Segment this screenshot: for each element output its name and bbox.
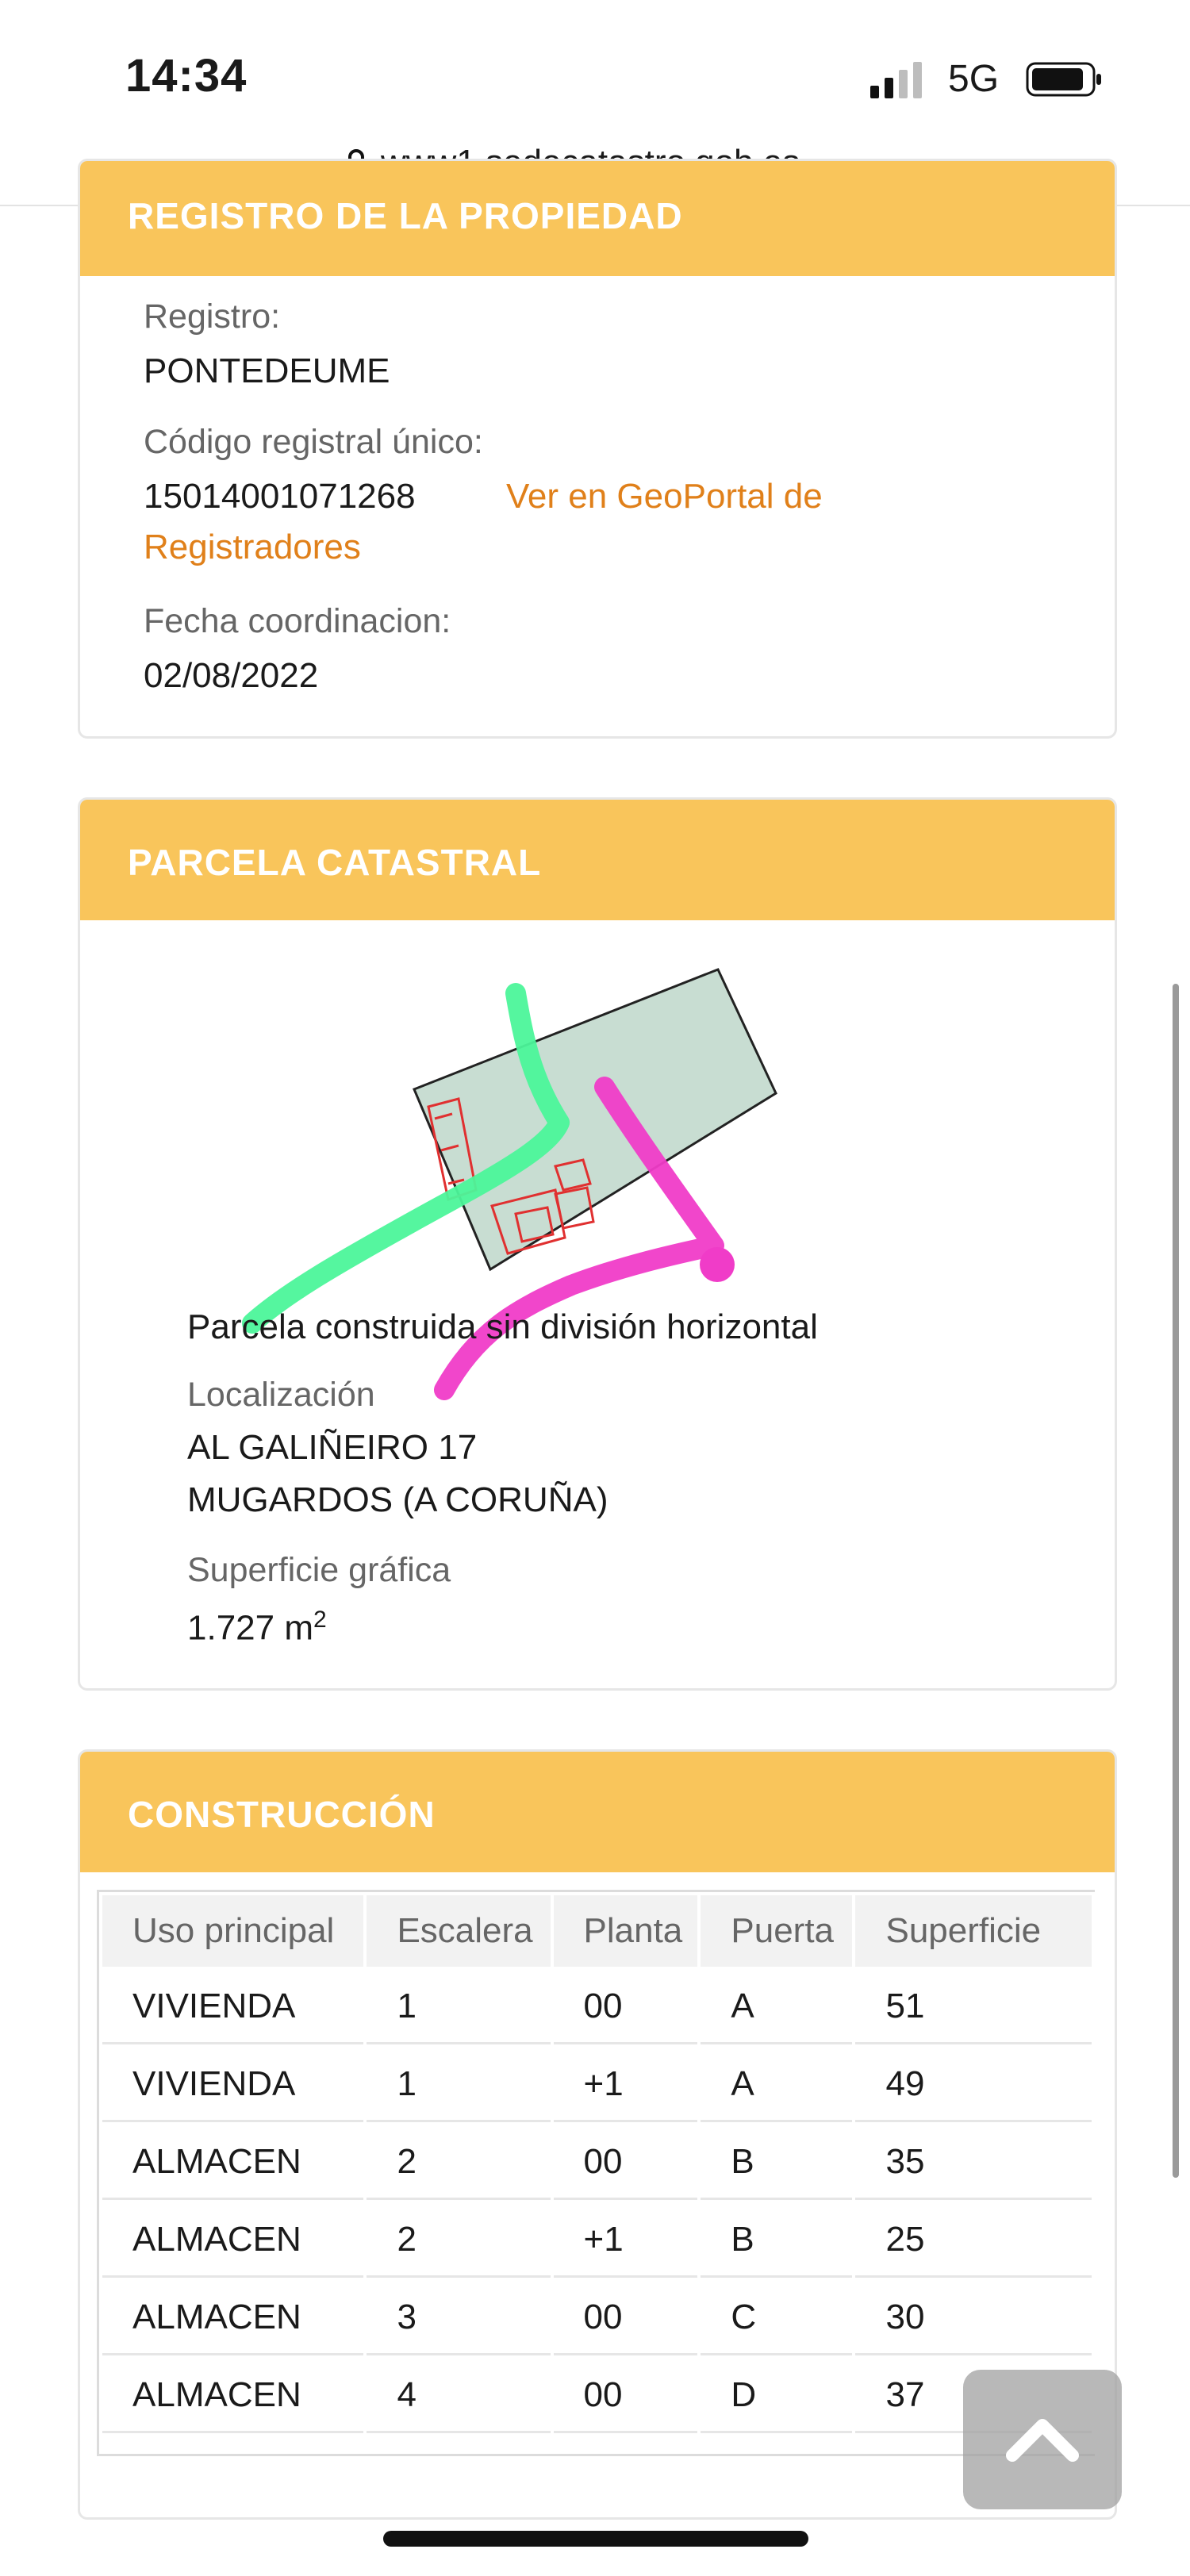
- col-superficie: Superficie: [855, 1895, 1092, 1967]
- cell-planta: +1: [553, 2203, 698, 2278]
- construccion-table-scroll[interactable]: Uso principal Escalera Planta Puerta Sup…: [97, 1890, 1095, 2456]
- cell-escalera: 4: [367, 2359, 551, 2433]
- cell-uso: ALMACEN: [102, 2125, 364, 2200]
- construccion-header: CONSTRUCCIÓN: [80, 1752, 1115, 1872]
- table-row: ALMACEN 2 +1 B 25: [102, 2203, 1092, 2278]
- cell-superficie: 25: [855, 2203, 1092, 2278]
- cell-uso: ALMACEN: [102, 2281, 364, 2355]
- cell-planta: 00: [553, 1970, 698, 2044]
- construccion-table: Uso principal Escalera Planta Puerta Sup…: [99, 1892, 1095, 2436]
- localizacion-line2: MUGARDOS (A CORUÑA): [187, 1480, 608, 1519]
- cell-superficie: 35: [855, 2125, 1092, 2200]
- cell-puerta: B: [701, 2125, 853, 2200]
- cell-escalera: 1: [367, 1970, 551, 2044]
- construccion-header-text: CONSTRUCCIÓN: [128, 1794, 436, 1835]
- superficie-exponent: 2: [313, 1607, 327, 1633]
- table-row: VIVIENDA 1 +1 A 49: [102, 2048, 1092, 2122]
- table-header-row: Uso principal Escalera Planta Puerta Sup…: [102, 1895, 1092, 1967]
- cell-uso: ALMACEN: [102, 2203, 364, 2278]
- table-row: VIVIENDA 1 00 A 51: [102, 1970, 1092, 2044]
- cell-superficie: 30: [855, 2281, 1092, 2355]
- table-row: ALMACEN 4 00 D 37: [102, 2359, 1092, 2433]
- superficie-number: 1.727 m: [187, 1608, 313, 1648]
- cell-puerta: C: [701, 2281, 853, 2355]
- cell-superficie: 51: [855, 1970, 1092, 2044]
- cell-escalera: 3: [367, 2281, 551, 2355]
- cell-planta: 00: [553, 2125, 698, 2200]
- localizacion-label: Localización: [187, 1376, 375, 1414]
- cell-puerta: A: [701, 2048, 853, 2122]
- cell-planta: +1: [553, 2048, 698, 2122]
- cell-uso: VIVIENDA: [102, 2048, 364, 2122]
- col-uso: Uso principal: [102, 1895, 364, 1967]
- superficie-value: 1.727 m2: [187, 1607, 327, 1649]
- cell-planta: 00: [553, 2281, 698, 2355]
- cell-planta: 00: [553, 2359, 698, 2433]
- page-scrollbar[interactable]: [1173, 984, 1179, 2178]
- parcel-shape: [413, 968, 777, 1272]
- chevron-up-icon: [1006, 2419, 1079, 2462]
- cell-puerta: D: [701, 2359, 853, 2433]
- table-row: ALMACEN 2 00 B 35: [102, 2125, 1092, 2200]
- scroll-to-top-button[interactable]: [963, 2370, 1122, 2509]
- cell-uso: ALMACEN: [102, 2359, 364, 2433]
- cell-escalera: 2: [367, 2125, 551, 2200]
- col-escalera: Escalera: [367, 1895, 551, 1967]
- cell-uso: VIVIENDA: [102, 1970, 364, 2044]
- home-indicator[interactable]: [383, 2531, 808, 2547]
- cell-puerta: A: [701, 1970, 853, 2044]
- cell-escalera: 2: [367, 2203, 551, 2278]
- localizacion-line1: AL GALIÑEIRO 17: [187, 1428, 478, 1467]
- col-puerta: Puerta: [701, 1895, 853, 1967]
- col-planta: Planta: [553, 1895, 698, 1967]
- cell-puerta: B: [701, 2203, 853, 2278]
- superficie-label: Superficie gráfica: [187, 1551, 451, 1589]
- table-row: ALMACEN 3 00 C 30: [102, 2281, 1092, 2355]
- green-annotation-stroke: [242, 983, 570, 1334]
- cell-superficie: 49: [855, 2048, 1092, 2122]
- parcela-tipo: Parcela construida sin división horizont…: [187, 1307, 818, 1346]
- cell-escalera: 1: [367, 2048, 551, 2122]
